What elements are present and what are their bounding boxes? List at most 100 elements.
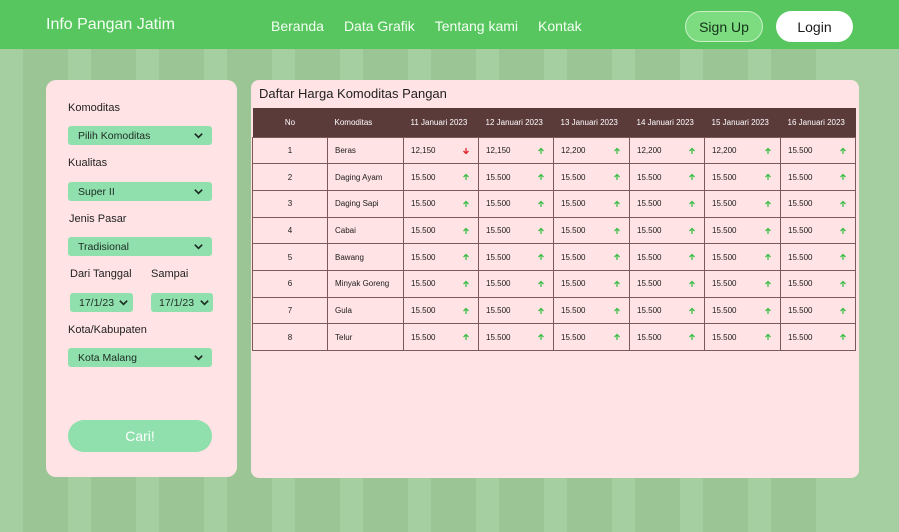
price-value: 15.500 — [637, 225, 662, 235]
navbar: Info Pangan Jatim Beranda Data Grafik Te… — [0, 0, 899, 49]
arrow-up-icon — [463, 333, 469, 341]
kualitas-select[interactable]: Super II — [68, 182, 212, 201]
arrow-up-icon — [463, 280, 469, 287]
arrow-up-icon — [689, 173, 695, 181]
arrow-up-icon — [765, 333, 771, 341]
price-table: No Komoditas 11 Januari 2023 12 Januari … — [252, 108, 856, 351]
arrow-up-icon — [840, 200, 846, 207]
chevron-down-icon — [119, 300, 128, 306]
price-value: 15.500 — [486, 252, 511, 262]
col-header-date: 16 Januari 2023 — [780, 108, 856, 137]
nav-links: Beranda Data Grafik Tentang kami Kontak — [271, 18, 602, 34]
cell-price: 12,200 — [553, 136, 630, 165]
price-value: 15.500 — [486, 279, 511, 289]
arrow-up-icon — [765, 307, 771, 314]
signup-button[interactable]: Sign Up — [685, 11, 763, 42]
arrow-up-icon — [614, 280, 620, 287]
chevron-down-icon — [194, 355, 203, 361]
arrow-up-icon — [689, 200, 695, 207]
chevron-down-icon — [200, 300, 209, 306]
arrow-up-icon — [463, 227, 469, 234]
price-value: 15.500 — [712, 332, 737, 342]
arrow-up-icon — [689, 227, 695, 234]
cell-price: 12,200 — [704, 136, 781, 165]
arrow-up-icon — [463, 307, 469, 314]
kualitas-label: Kualitas — [68, 157, 108, 169]
price-value: 15.500 — [637, 199, 662, 209]
sampai-value: 17/1/23 — [159, 296, 195, 309]
dari-tanggal-value: 17/1/23 — [79, 296, 115, 309]
arrow-up-icon — [689, 307, 695, 314]
arrow-up-icon — [463, 173, 469, 181]
dari-tanggal-label: Dari Tanggal — [70, 268, 132, 280]
cell-price: 15.500 — [403, 216, 479, 245]
price-value: 15.500 — [788, 279, 813, 289]
price-value: 15.500 — [637, 305, 662, 315]
cell-price: 15.500 — [553, 216, 630, 245]
cell-no: 1 — [252, 136, 328, 165]
cell-no: 6 — [252, 269, 328, 298]
arrow-up-icon — [689, 147, 695, 154]
price-value: 15.500 — [712, 225, 737, 235]
cell-price: 12,200 — [629, 136, 705, 165]
table-row: 8 Telur 15.500 15.500 15.500 15.500 15.500 15.5… — [252, 323, 856, 351]
cell-price: 15.500 — [629, 163, 705, 191]
cell-no: 5 — [252, 243, 328, 271]
cell-price: 12,150 — [403, 136, 479, 165]
cell-price: 15.500 — [780, 296, 856, 325]
cell-komoditas: Beras — [327, 136, 404, 165]
table-row: 3 Daging Sapi 15.500 15.500 15.500 15.500 15.5… — [252, 189, 856, 218]
col-header-date: 14 Januari 2023 — [629, 108, 705, 137]
price-table-panel: Daftar Harga Komoditas Pangan No Komodit… — [251, 80, 859, 478]
cell-no: 4 — [252, 216, 328, 245]
login-button[interactable]: Login — [776, 11, 853, 42]
arrow-up-icon — [765, 253, 771, 261]
col-header-komoditas: Komoditas — [327, 108, 404, 137]
arrow-up-icon — [538, 333, 544, 341]
arrow-up-icon — [538, 280, 544, 287]
price-value: 15.500 — [637, 172, 662, 182]
cell-no: 2 — [252, 163, 328, 191]
col-header-date: 15 Januari 2023 — [704, 108, 781, 137]
cell-price: 15.500 — [629, 323, 705, 351]
kota-select[interactable]: Kota Malang — [68, 348, 212, 367]
nav-tentang-kami[interactable]: Tentang kami — [435, 18, 518, 34]
komoditas-select[interactable]: Pilih Komoditas — [68, 126, 212, 145]
dari-tanggal-select[interactable]: 17/1/23 — [70, 293, 133, 312]
cell-price: 15.500 — [704, 243, 781, 271]
arrow-up-icon — [463, 253, 469, 261]
price-value: 15.500 — [637, 252, 662, 262]
jenis-pasar-select[interactable]: Tradisional — [68, 237, 212, 256]
arrow-up-icon — [840, 227, 846, 234]
nav-data-grafik[interactable]: Data Grafik — [344, 18, 415, 34]
arrow-up-icon — [614, 200, 620, 207]
cell-price: 15.500 — [780, 269, 856, 298]
cell-price: 15.500 — [704, 163, 781, 191]
price-value: 15.500 — [411, 252, 436, 262]
brand-title[interactable]: Info Pangan Jatim — [46, 16, 175, 34]
cari-button[interactable]: Cari! — [68, 420, 212, 452]
cell-price: 15.500 — [403, 163, 479, 191]
cell-price: 15.500 — [478, 323, 554, 351]
komoditas-select-value: Pilih Komoditas — [78, 129, 151, 142]
chevron-down-icon — [194, 244, 203, 250]
cell-price: 15.500 — [780, 189, 856, 218]
cell-price: 15.500 — [403, 189, 479, 218]
price-value: 15.500 — [712, 172, 737, 182]
price-value: 12,150 — [411, 145, 436, 155]
cell-price: 15.500 — [704, 323, 781, 351]
col-header-date: 13 Januari 2023 — [553, 108, 630, 137]
cell-price: 15.500 — [478, 269, 554, 298]
cell-price: 15.500 — [629, 269, 705, 298]
price-value: 15.500 — [788, 252, 813, 262]
price-value: 15.500 — [411, 172, 436, 182]
cell-price: 15.500 — [553, 323, 630, 351]
cell-price: 15.500 — [780, 216, 856, 245]
col-header-date: 12 Januari 2023 — [478, 108, 554, 137]
nav-beranda[interactable]: Beranda — [271, 18, 324, 34]
price-value: 15.500 — [411, 305, 436, 315]
arrow-up-icon — [840, 280, 846, 287]
nav-kontak[interactable]: Kontak — [538, 18, 582, 34]
arrow-up-icon — [840, 147, 846, 154]
sampai-select[interactable]: 17/1/23 — [151, 293, 213, 312]
